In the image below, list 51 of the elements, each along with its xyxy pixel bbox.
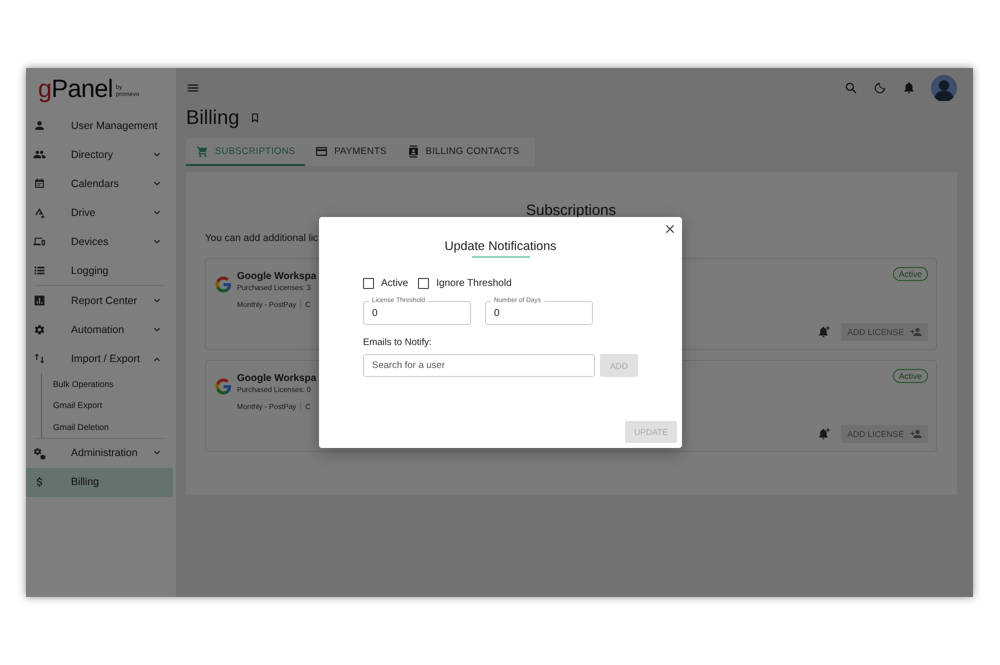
- g-logo-icon: [214, 377, 233, 396]
- dialog-title: Update Notifications: [444, 239, 558, 253]
- status-badge: Active: [892, 369, 928, 383]
- avatar[interactable]: [931, 75, 957, 101]
- nav-item[interactable]: User Management: [26, 111, 173, 140]
- logo-text: gPanel: [38, 75, 113, 104]
- tab[interactable]: PAYMENTS: [305, 138, 397, 166]
- gears-icon: [33, 446, 46, 460]
- nav-item[interactable]: Report Center: [26, 286, 173, 315]
- chart-icon: [33, 294, 46, 307]
- checkbox[interactable]: [418, 278, 430, 289]
- person-plus-icon: [910, 326, 922, 338]
- nav-item[interactable]: Import / Export: [26, 344, 173, 373]
- checkbox-label: Active: [381, 278, 408, 289]
- status-badge: Active: [892, 267, 928, 281]
- person-plus-icon: [910, 428, 922, 440]
- bell-icon[interactable]: [902, 81, 916, 95]
- devices-icon: [33, 235, 46, 248]
- nav-item[interactable]: Devices: [26, 227, 173, 256]
- moon-icon[interactable]: [873, 81, 887, 95]
- section-heading: Subscriptions: [524, 202, 618, 219]
- nav-item[interactable]: Directory: [26, 140, 173, 169]
- g-logo-icon: [214, 275, 233, 294]
- tab[interactable]: BILLING CONTACTS: [396, 138, 530, 166]
- credit-card-icon: [315, 144, 328, 158]
- nav-item[interactable]: Billing: [26, 468, 173, 496]
- cart-icon: [196, 144, 209, 158]
- calendar-icon: [33, 177, 46, 190]
- people-icon: [33, 148, 46, 161]
- nav-item[interactable]: Drive: [26, 198, 173, 227]
- checkbox[interactable]: [363, 278, 374, 289]
- bell-plus-icon[interactable]: [817, 325, 832, 339]
- contact-card-icon: [406, 144, 420, 158]
- nav-item[interactable]: Calendars: [26, 169, 173, 198]
- person-icon: [33, 119, 46, 132]
- search-field[interactable]: Search for a user: [363, 354, 595, 377]
- nav-item[interactable]: Administration: [26, 438, 173, 468]
- checkbox-label: Ignore Threshold: [436, 278, 512, 289]
- close-icon[interactable]: [664, 223, 676, 235]
- nav-item[interactable]: Logging: [26, 256, 173, 285]
- product-name: Google Workspa: [237, 271, 316, 282]
- gear-icon: [33, 323, 46, 336]
- nav-item[interactable]: Automation: [26, 315, 173, 344]
- product-name: Google Workspa: [237, 373, 316, 384]
- bell-plus-icon[interactable]: [817, 427, 832, 441]
- field-label: Emails to Notify:: [363, 337, 433, 348]
- sort-arrows-icon: [33, 352, 46, 365]
- page-title: Billing: [186, 106, 240, 130]
- search-icon[interactable]: [844, 81, 858, 95]
- list-icon: [33, 264, 46, 277]
- note-text: You can add additional lic: [205, 233, 320, 244]
